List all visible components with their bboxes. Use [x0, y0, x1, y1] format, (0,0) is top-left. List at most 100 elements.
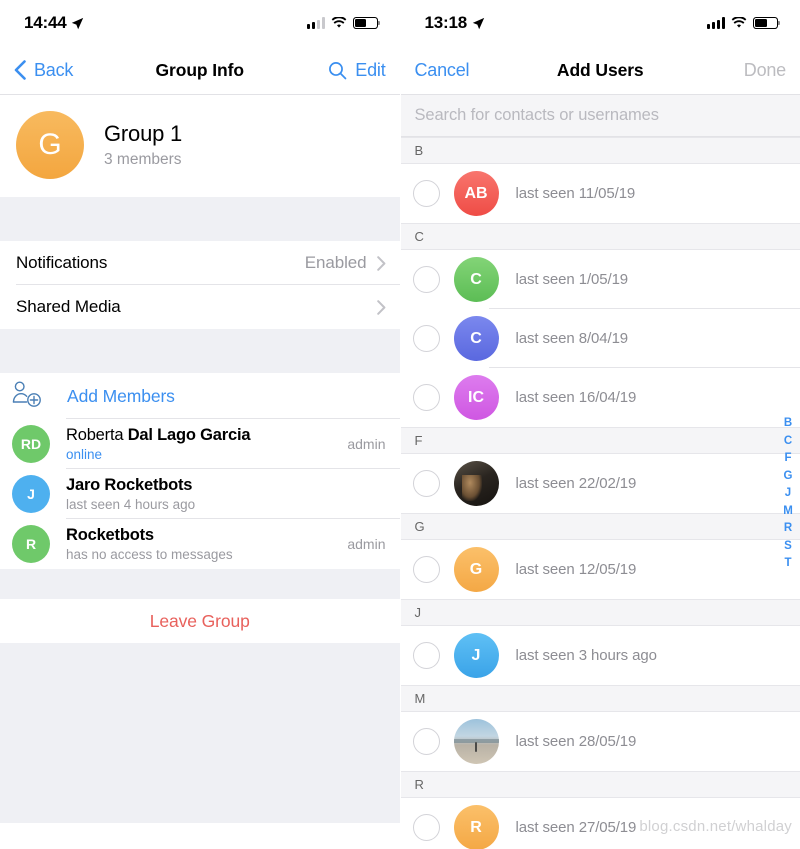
member-name-first: Jaro Rocketbots — [66, 476, 193, 494]
nav-bar-group-info: Back Group Info Edit — [0, 46, 400, 95]
add-members-button[interactable]: Add Members — [0, 373, 400, 419]
member-status: has no access to messages — [66, 547, 233, 562]
checkbox[interactable] — [412, 384, 440, 411]
cancel-label: Cancel — [414, 59, 470, 80]
member-name: Rocketbots — [66, 526, 233, 545]
index-letter[interactable]: C — [784, 435, 792, 448]
search-input[interactable]: Search for contacts or usernames — [400, 95, 800, 137]
index-letter[interactable]: F — [784, 452, 791, 465]
settings-label: Notifications — [16, 253, 108, 272]
edit-button[interactable]: Edit — [355, 60, 385, 81]
group-avatar: G — [16, 111, 84, 179]
section-header-g: G — [400, 513, 800, 540]
section-gap — [0, 197, 400, 241]
leave-group-button[interactable]: Leave Group — [0, 599, 400, 643]
checkbox[interactable] — [412, 180, 440, 207]
avatar: G — [453, 547, 499, 592]
chevron-left-icon — [14, 60, 26, 80]
member-badge: admin — [347, 436, 386, 452]
avatar: J — [12, 475, 50, 513]
contact-row[interactable]: AB last seen 11/05/19 — [400, 164, 800, 223]
wifi-icon — [731, 17, 747, 28]
add-person-icon — [12, 381, 41, 407]
contact-last-seen: last seen 11/05/19 — [515, 185, 636, 202]
settings-label: Shared Media — [16, 297, 121, 316]
add-users-screen: 13:18 Cancel Add Users Done Search for c… — [400, 0, 800, 849]
group-header[interactable]: G Group 1 3 members — [0, 95, 400, 197]
checkbox[interactable] — [412, 814, 440, 841]
contact-last-seen: last seen 12/05/19 — [515, 561, 637, 578]
avatar: AB — [453, 171, 499, 216]
section-gap — [0, 329, 400, 373]
contact-row[interactable]: IC last seen 16/04/19 — [400, 368, 800, 427]
member-status: online — [66, 447, 103, 462]
contact-last-seen: last seen 3 hours ago — [515, 647, 657, 664]
location-arrow-icon — [72, 17, 84, 29]
done-button[interactable]: Done — [744, 60, 786, 81]
status-indicators-left — [306, 17, 380, 29]
leave-group-label: Leave Group — [149, 610, 250, 631]
contact-row[interactable]: R last seen 27/05/19 — [400, 798, 800, 849]
avatar: RD — [12, 425, 50, 463]
index-letter[interactable]: S — [784, 540, 792, 553]
member-row[interactable]: RD Roberta Dal Lago Garcia online admin — [0, 419, 400, 469]
avatar — [453, 461, 499, 506]
member-row[interactable]: J Jaro Rocketbots last seen 4 hours ago — [0, 469, 400, 519]
status-time-left: 14:44 — [24, 13, 84, 33]
avatar: C — [453, 257, 499, 302]
member-name: Jaro Rocketbots — [66, 476, 195, 495]
index-letter[interactable]: J — [785, 487, 791, 500]
checkbox[interactable] — [412, 556, 440, 583]
back-button[interactable]: Back — [14, 60, 73, 81]
contact-row[interactable]: C last seen 1/05/19 — [400, 250, 800, 309]
contact-row[interactable]: C last seen 8/04/19 — [400, 309, 800, 368]
nav-actions-right: Edit — [328, 60, 386, 81]
signal-icon — [306, 17, 325, 29]
section-header-c: C — [400, 223, 800, 250]
checkbox[interactable] — [412, 325, 440, 352]
contact-row[interactable]: G last seen 12/05/19 — [400, 540, 800, 599]
index-letter[interactable]: G — [784, 470, 793, 483]
avatar: IC — [453, 375, 499, 420]
checkbox[interactable] — [412, 642, 440, 669]
section-gap — [0, 569, 400, 599]
member-row[interactable]: R Rocketbots has no access to messages a… — [0, 519, 400, 569]
index-letter[interactable]: M — [783, 505, 793, 518]
settings-value: Enabled — [304, 253, 367, 272]
contact-row[interactable]: last seen 22/02/19 — [400, 454, 800, 513]
member-text: Roberta Dal Lago Garcia online — [66, 426, 251, 462]
avatar: J — [453, 633, 499, 678]
signal-icon — [707, 17, 725, 29]
add-members-label: Add Members — [67, 385, 175, 406]
checkbox[interactable] — [412, 470, 440, 497]
back-label: Back — [34, 59, 74, 80]
avatar — [453, 719, 499, 764]
checkbox[interactable] — [412, 728, 440, 755]
search-icon[interactable] — [328, 61, 347, 80]
cancel-button[interactable]: Cancel — [415, 60, 470, 81]
avatar: R — [453, 805, 499, 849]
index-letter[interactable]: R — [784, 522, 792, 535]
member-badge: admin — [347, 536, 386, 552]
status-time-label-left: 14:44 — [24, 13, 67, 32]
index-letter[interactable]: B — [784, 417, 792, 430]
contact-last-seen: last seen 16/04/19 — [515, 389, 637, 406]
checkbox[interactable] — [412, 266, 440, 293]
member-name-first: Roberta — [66, 426, 128, 444]
alphabet-index[interactable]: B C F G J M R S T — [780, 417, 796, 570]
group-info-screen: 14:44 Back Group Info Edit G Group 1 3 m… — [0, 0, 401, 849]
member-name: Roberta Dal Lago Garcia — [66, 426, 251, 445]
wifi-icon — [331, 17, 346, 28]
index-letter[interactable]: T — [784, 557, 791, 570]
nav-bar-add-users: Cancel Add Users Done — [400, 46, 800, 95]
member-status: last seen 4 hours ago — [66, 497, 196, 512]
contact-row[interactable]: J last seen 3 hours ago — [400, 626, 800, 685]
section-header-f: F — [400, 427, 800, 454]
group-meta: Group 1 3 members — [104, 121, 182, 169]
settings-row-notifications[interactable]: Notifications Enabled — [0, 241, 400, 285]
status-indicators-right — [707, 17, 781, 29]
group-members-count: 3 members — [104, 151, 182, 168]
settings-row-shared-media[interactable]: Shared Media — [0, 285, 400, 329]
section-header-m: M — [400, 685, 800, 712]
contact-row[interactable]: last seen 28/05/19 — [400, 712, 800, 771]
